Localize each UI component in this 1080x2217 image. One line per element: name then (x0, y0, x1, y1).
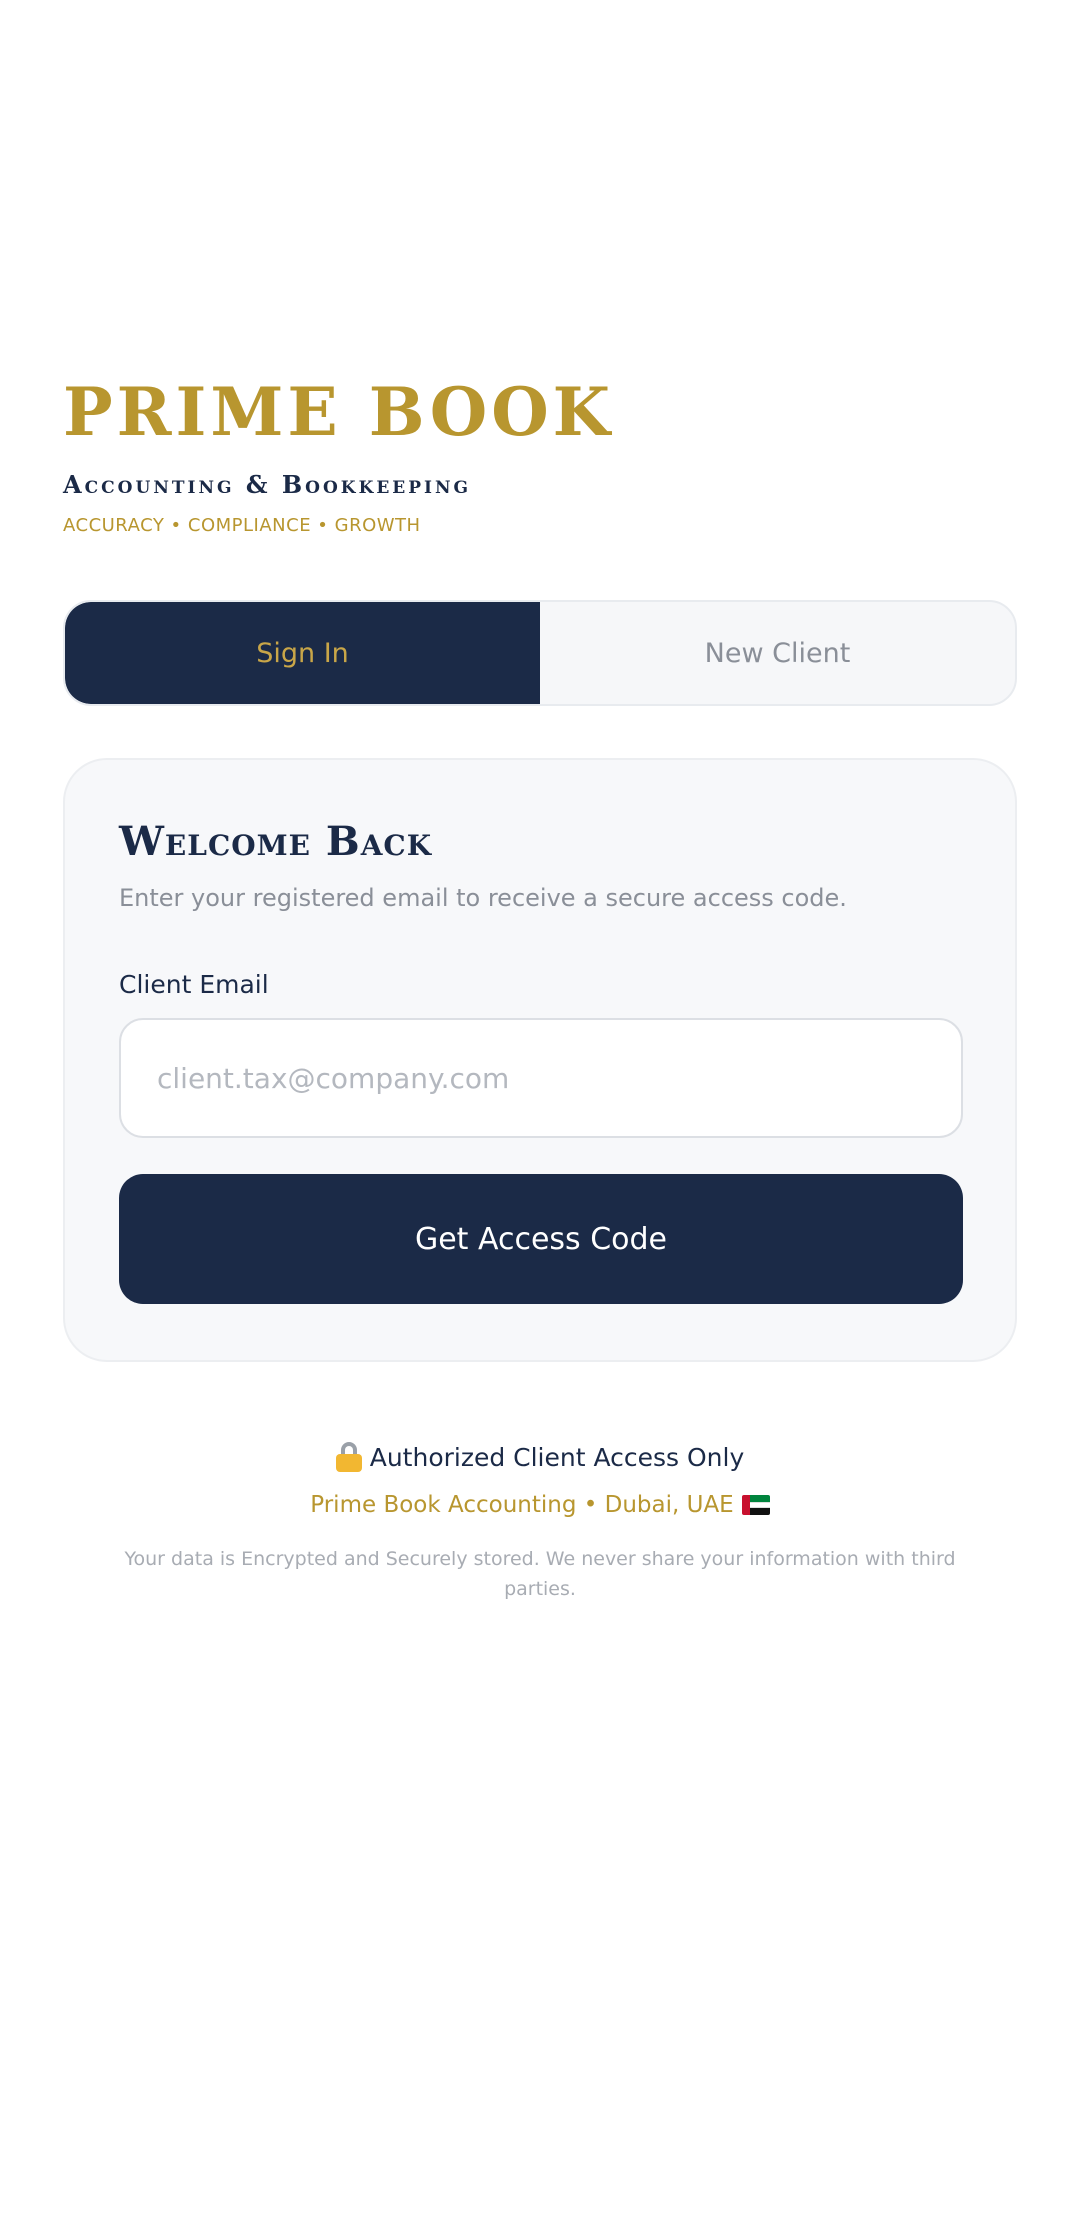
brand-header: PRIME BOOK Accounting & Bookkeeping ACCU… (63, 372, 615, 536)
email-field[interactable] (119, 1018, 963, 1138)
footer: Authorized Client Access Only Prime Book… (63, 1442, 1017, 1604)
login-screen: PRIME BOOK Accounting & Bookkeeping ACCU… (0, 0, 1080, 2217)
email-field-label: Client Email (119, 970, 269, 999)
tab-new-client[interactable]: New Client (540, 602, 1015, 704)
brand-title: PRIME BOOK (63, 373, 615, 451)
uae-flag-icon (741, 1495, 770, 1515)
brand-tagline: ACCURACY • COMPLIANCE • GROWTH (63, 515, 421, 536)
auth-tabs: Sign In New Client (63, 600, 1017, 706)
sign-in-card: Welcome Back Enter your registered email… (63, 758, 1017, 1362)
tab-sign-in[interactable]: Sign In (65, 602, 540, 704)
authorized-access-text: Authorized Client Access Only (369, 1442, 745, 1472)
authorized-access-line: Authorized Client Access Only (63, 1442, 1017, 1472)
card-description: Enter your registered email to receive a… (119, 884, 847, 912)
card-title: Welcome Back (119, 818, 433, 865)
privacy-note: Your data is Encrypted and Securely stor… (124, 1548, 956, 1600)
company-location-text: Prime Book Accounting • Dubai, UAE (310, 1492, 734, 1518)
company-location-line: Prime Book Accounting • Dubai, UAE (63, 1492, 1017, 1518)
brand-subtitle: Accounting & Bookkeeping (63, 470, 472, 499)
get-access-code-button[interactable]: Get Access Code (119, 1174, 963, 1304)
lock-icon (335, 1442, 362, 1472)
